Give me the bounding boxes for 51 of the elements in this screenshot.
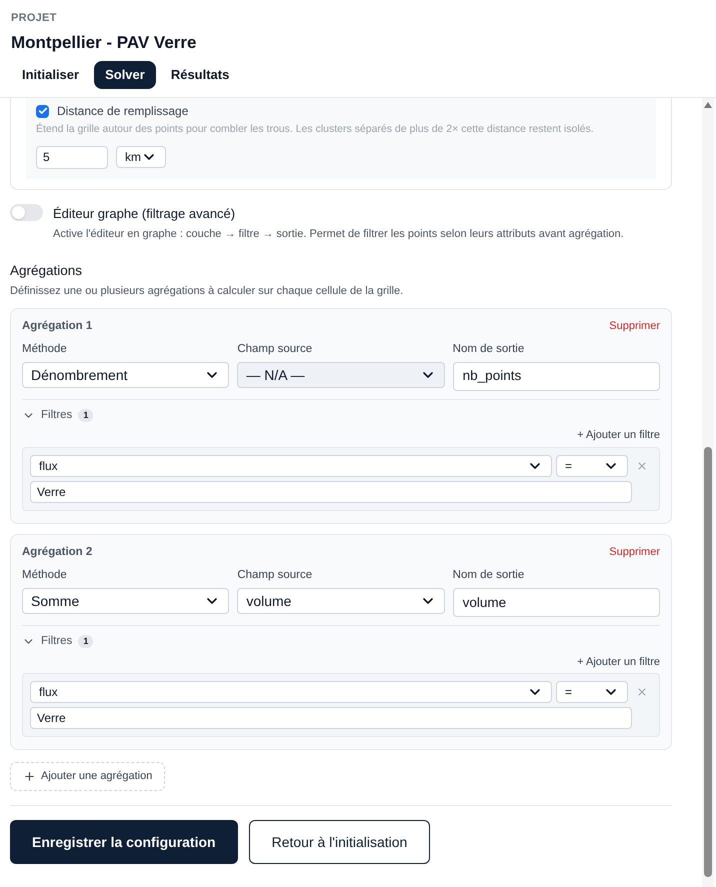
help-text: Active l'éditeur en graphe : couche → filtre → sortie. Permet de filtrer les points selon leurs attributs avant agrégation.: [53, 227, 624, 242]
project-title: Montpellier - PAV Verre: [11, 32, 198, 54]
filter-value-input[interactable]: Verre: [30, 480, 632, 503]
field-label: Nom de sortie: [452, 568, 526, 583]
project-label: PROJET: [11, 11, 58, 26]
filters-toggle[interactable]: Filtres: [41, 633, 72, 650]
back-button[interactable]: Retour à l'initialisation: [248, 820, 430, 864]
field-label: Méthode: [22, 568, 68, 583]
toggle-label: Éditeur graphe (filtrage avancé): [53, 204, 236, 223]
count-badge: 1: [78, 409, 94, 422]
aggregation-title: Agrégation 1: [22, 318, 92, 334]
field-select[interactable]: flux: [30, 454, 552, 477]
field-label: Champ source: [237, 568, 314, 583]
add-filter-link[interactable]: + Ajouter un filtre: [577, 427, 660, 444]
delete-link[interactable]: Supprimer: [609, 544, 660, 561]
delete-link[interactable]: Supprimer: [609, 318, 660, 335]
count-badge: 1: [78, 635, 94, 648]
section-title: Agrégations: [10, 262, 84, 280]
output-input[interactable]: nb_points: [452, 362, 660, 391]
method-select[interactable]: Dénombrement: [22, 362, 230, 388]
scrollbar-thumb[interactable]: [704, 447, 712, 877]
scrollbar[interactable]: [702, 98, 714, 887]
source-select[interactable]: volume: [237, 588, 445, 614]
field-label: Méthode: [22, 342, 68, 357]
save-button[interactable]: Enregistrer la configuration: [10, 820, 238, 864]
add-aggregation-button[interactable]: Ajouter une agrégation: [10, 762, 166, 791]
add-filter-link[interactable]: + Ajouter un filtre: [577, 654, 660, 670]
tab[interactable]: Solver: [94, 61, 156, 89]
operator-select[interactable]: =: [556, 454, 628, 477]
section-subtitle: Définissez une ou plusieurs agrégations à calculer sur chaque cellule de la grille.: [10, 284, 404, 299]
filters-toggle[interactable]: Filtres: [41, 407, 72, 424]
unit-select[interactable]: km: [116, 146, 166, 168]
aggregation-title: Agrégation 2: [22, 544, 92, 560]
help-text: Étend la grille autour des points pour combler les trous. Les clusters séparés de plus de 2× cette distance restent isolés.: [36, 122, 595, 137]
tab[interactable]: Initialiser: [11, 61, 90, 89]
operator-select[interactable]: =: [556, 681, 628, 703]
method-select[interactable]: Somme: [22, 588, 230, 614]
checkbox-label: Distance de remplissage: [57, 103, 188, 120]
close-icon[interactable]: [636, 686, 648, 698]
output-input[interactable]: volume: [452, 588, 660, 618]
filter-value-input[interactable]: Verre: [30, 707, 632, 729]
field-select[interactable]: flux: [30, 681, 552, 703]
field-label: Nom de sortie: [452, 342, 526, 357]
tab[interactable]: Résultats: [160, 61, 240, 89]
plus-icon: [23, 770, 36, 783]
scroll-up-icon[interactable]: [704, 102, 712, 108]
toggle-switch[interactable]: [10, 204, 43, 221]
distance-input[interactable]: 5: [36, 146, 108, 169]
field-label: Champ source: [237, 342, 314, 357]
close-icon[interactable]: [636, 460, 648, 472]
checkbox[interactable]: [36, 104, 49, 118]
